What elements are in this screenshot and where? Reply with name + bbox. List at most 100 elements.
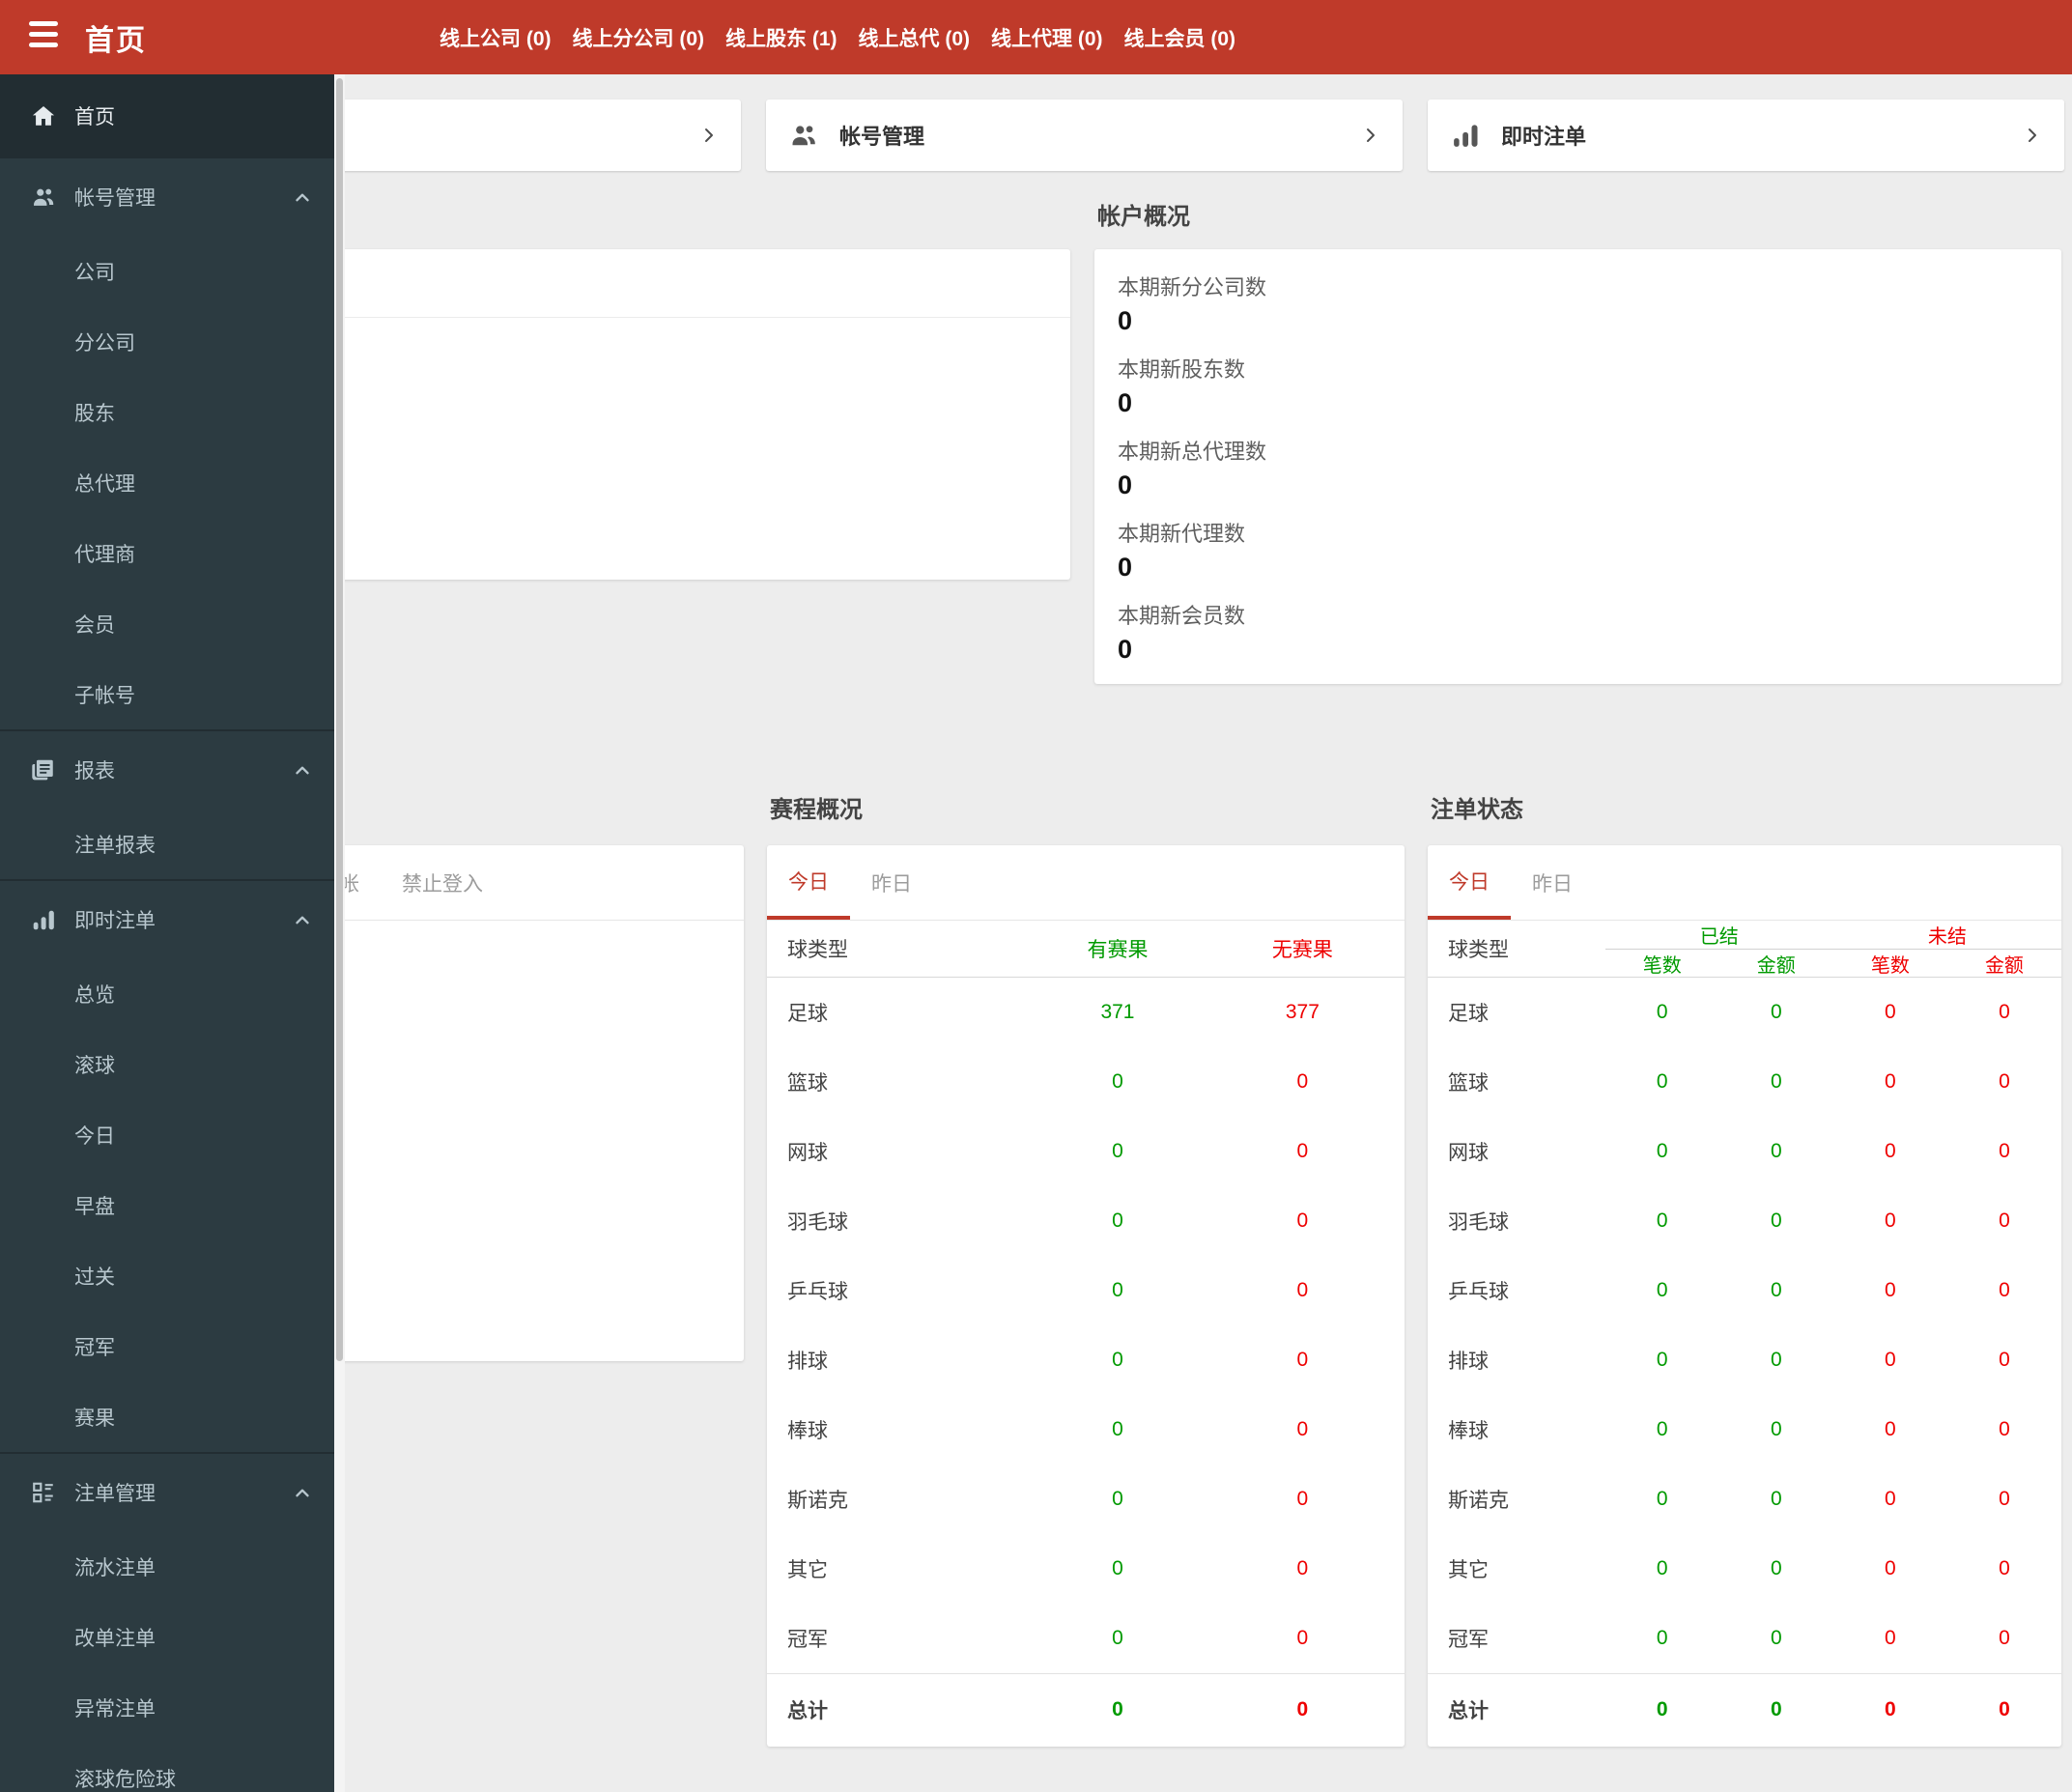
scrollbar-thumb[interactable] (336, 78, 343, 1361)
settled-amount: 0 (1770, 1418, 1782, 1440)
without-result-value: 0 (1296, 1627, 1309, 1649)
sidebar-item-赛果[interactable]: 赛果 (0, 1381, 334, 1452)
online-stat: 线上会员 (0) (1123, 27, 1236, 50)
online-stat: 线上股东 (1) (725, 27, 837, 50)
without-result-value: 0 (1296, 1279, 1309, 1301)
sidebar-section: 报表 注单报表 (0, 729, 334, 879)
online-stats: 线上公司 (0) 线上分公司 (0) 线上股东 (1) 线上总代 (0) 线上代理 (0… (440, 0, 1235, 74)
settled-count: 0 (1656, 1557, 1668, 1579)
sport-name: 排球 (1448, 1351, 1489, 1373)
bet-status-title: 注单状态 (1431, 797, 1523, 823)
without-result-value: 0 (1296, 1140, 1309, 1162)
table-row: 其它 0 0 0 0 (1428, 1534, 2061, 1604)
chevron-up-icon (292, 186, 313, 208)
sidebar-item-异常注单[interactable]: 异常注单 (0, 1672, 334, 1743)
account-overview-list: 本期新分公司数 0 本期新股东数 0 本期新总代理数 0 本期新代理数 0 本期新会员数 0 (1094, 249, 2061, 665)
sidebar-item-过关[interactable]: 过关 (0, 1240, 334, 1311)
settled-count: 0 (1656, 1418, 1668, 1440)
unsettled-amount: 0 (1999, 1418, 2010, 1440)
without-result-value: 377 (1285, 1001, 1320, 1023)
sidebar-item-滚球危险球[interactable]: 滚球危险球 (0, 1743, 334, 1792)
unsettled-count: 0 (1885, 1418, 1896, 1440)
tab-yesterday[interactable]: 昨日 (1511, 845, 1594, 920)
sidebar-group-0[interactable]: 帐号管理 (0, 158, 334, 236)
with-result-value: 0 (1112, 1279, 1123, 1301)
chevron-up-icon (292, 759, 313, 781)
sidebar-item-流水注单[interactable]: 流水注单 (0, 1531, 334, 1602)
sidebar-item-滚球[interactable]: 滚球 (0, 1029, 334, 1099)
sidebar-group-label: 即时注单 (74, 910, 156, 932)
account-stat-value: 0 (1118, 553, 1133, 582)
table-row: 网球 0 0 (767, 1117, 1405, 1186)
sidebar-item-早盘[interactable]: 早盘 (0, 1170, 334, 1240)
hamburger-menu-icon[interactable] (29, 21, 58, 52)
account-stat: 本期新股东数 0 (1118, 356, 2038, 418)
sport-name: 乒乓球 (787, 1281, 848, 1303)
online-stat: 线上分公司 (0) (572, 27, 705, 50)
unsettled-count: 0 (1885, 1488, 1896, 1510)
sidebar-item-会员[interactable]: 会员 (0, 588, 334, 659)
account-stat-label: 本期新总代理数 (1118, 440, 1267, 464)
sport-name: 足球 (1448, 1003, 1489, 1025)
table-row: 足球 0 0 0 0 (1428, 978, 2061, 1047)
with-result-value: 0 (1112, 1488, 1123, 1510)
table-row: 冠军 0 0 0 0 (1428, 1604, 2061, 1673)
sidebar-group-1[interactable]: 报表 (0, 731, 334, 809)
sidebar-item-总览[interactable]: 总览 (0, 958, 334, 1029)
table-row: 排球 0 0 0 0 (1428, 1325, 2061, 1395)
sport-name: 羽毛球 (1448, 1211, 1509, 1234)
sidebar-item-子帐号[interactable]: 子帐号 (0, 659, 334, 729)
sidebar-section: 帐号管理 公司 分公司 股东 总代理 代理商 会员 子帐号 (0, 156, 334, 729)
sidebar-item-代理商[interactable]: 代理商 (0, 518, 334, 588)
total-label: 总计 (787, 1699, 828, 1722)
sidebar-item-冠军[interactable]: 冠军 (0, 1311, 334, 1381)
sidebar-item-分公司[interactable]: 分公司 (0, 306, 334, 377)
sidebar-item-股东[interactable]: 股东 (0, 377, 334, 447)
column-unsettled-count: 笔数 (1870, 954, 1910, 977)
shortcut-card-live-bets[interactable]: 即时注单 (1428, 100, 2064, 171)
total-label: 总计 (1448, 1699, 1489, 1722)
tab-yesterday[interactable]: 昨日 (850, 845, 933, 920)
chart-icon (29, 907, 58, 932)
without-result-value: 0 (1296, 1488, 1309, 1510)
unsettled-amount: 0 (1999, 1279, 2010, 1301)
bet-status-total-row: 总计 0 0 0 0 (1428, 1673, 2061, 1745)
tab-today[interactable]: 今日 (1428, 845, 1511, 920)
sport-name: 网球 (1448, 1142, 1489, 1164)
unsettled-count: 0 (1885, 1349, 1896, 1371)
settled-count: 0 (1656, 1070, 1668, 1093)
schedule-total-row: 总计 0 0 (767, 1673, 1405, 1745)
sidebar-item-今日[interactable]: 今日 (0, 1099, 334, 1170)
sidebar-item-总代理[interactable]: 总代理 (0, 447, 334, 518)
bet-status-table-header: 球类型 已结 未结 笔数 金额 笔数 金额 (1428, 921, 2061, 978)
sidebar-item-home[interactable]: 首页 (0, 74, 334, 156)
table-row: 足球 371 377 (767, 978, 1405, 1047)
home-icon (29, 103, 58, 128)
users-icon (29, 185, 58, 210)
schedule-table-body: 足球 371 377 篮球 0 0 网球 0 0 羽毛球 0 0 乒乓球 0 0 排球 0 0 棒球 0 0 斯诺克 0 0 其… (767, 978, 1405, 1673)
account-overview-title: 帐户概况 (1097, 204, 1190, 230)
with-result-value: 0 (1112, 1557, 1123, 1579)
sidebar-item-公司[interactable]: 公司 (0, 236, 334, 306)
sidebar-item-改单注单[interactable]: 改单注单 (0, 1602, 334, 1672)
tab-forbid-login[interactable]: 禁止登入 (381, 845, 504, 920)
tab-today[interactable]: 今日 (767, 845, 850, 920)
sidebar-item-注单报表[interactable]: 注单报表 (0, 809, 334, 879)
settled-amount: 0 (1770, 1627, 1782, 1649)
unsettled-count: 0 (1885, 1001, 1896, 1023)
sidebar-group-2[interactable]: 即时注单 (0, 881, 334, 958)
bet-status-tabs: 今日 昨日 (1428, 845, 2061, 921)
sidebar-group-3[interactable]: 注单管理 (0, 1454, 334, 1531)
shortcut-card-accounts[interactable]: 帐号管理 (766, 100, 1403, 171)
chevron-right-icon (700, 122, 718, 149)
sport-name: 斯诺克 (1448, 1490, 1509, 1512)
card-label: 帐号管理 (839, 125, 925, 149)
account-stat-label: 本期新会员数 (1118, 604, 1246, 628)
unsettled-amount: 0 (1999, 1627, 2010, 1649)
schedule-overview-panel: 今日 昨日 球类型 有赛果 无赛果 足球 371 377 篮球 0 0 网球 0 0 羽毛球 0 0 乒… (767, 845, 1405, 1747)
sidebar-group-label: 注单管理 (74, 1483, 156, 1505)
sport-name: 乒乓球 (1448, 1281, 1509, 1303)
column-settled-amount: 金额 (1756, 954, 1796, 977)
table-row: 乒乓球 0 0 (767, 1256, 1405, 1325)
without-result-value: 0 (1296, 1349, 1309, 1371)
